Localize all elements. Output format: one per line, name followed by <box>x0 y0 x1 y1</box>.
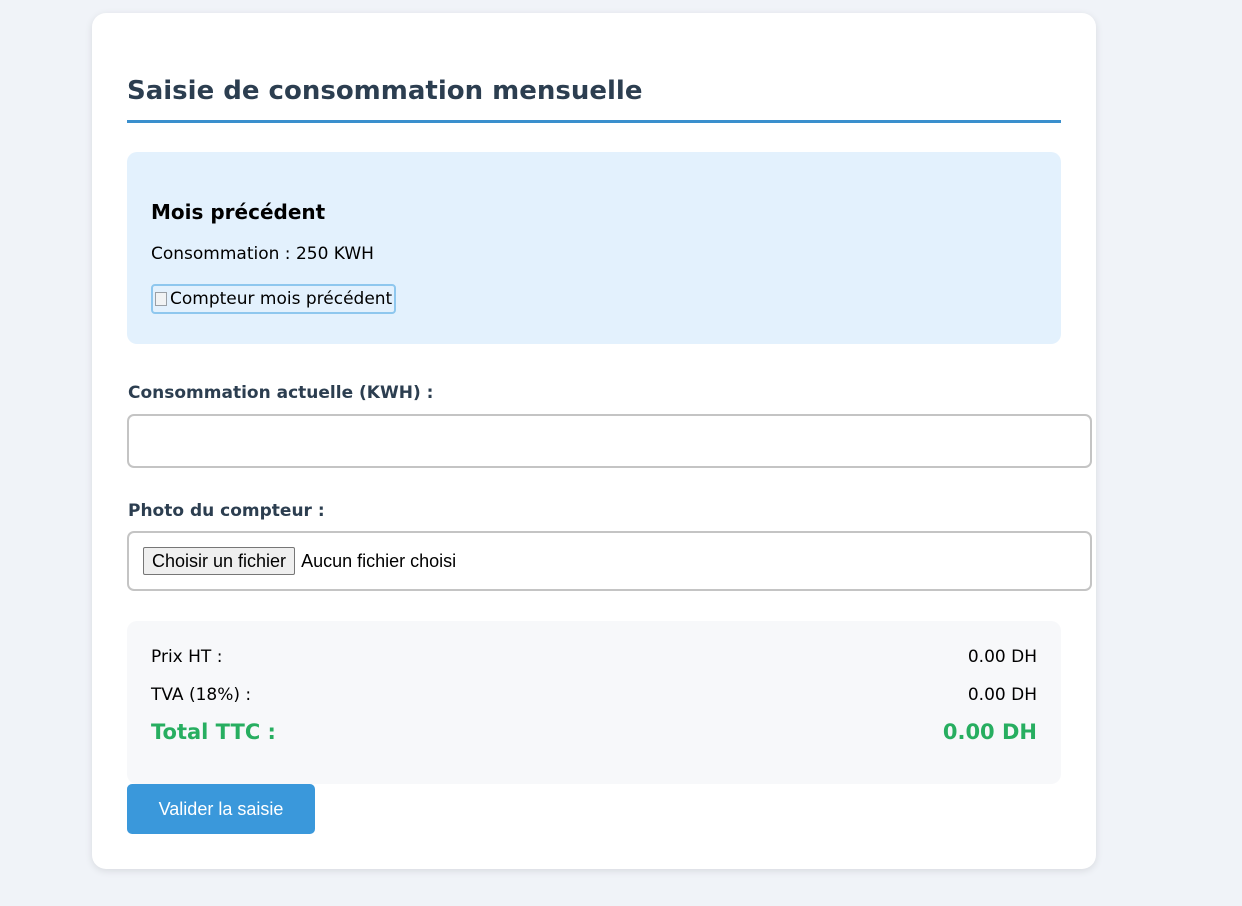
current-consumption-label: Consommation actuelle (KWH) : <box>128 383 434 403</box>
meter-photo-label: Photo du compteur : <box>128 501 325 521</box>
page-title: Saisie de consommation mensuelle <box>127 75 1061 123</box>
tva-row: TVA (18%) : 0.00 DH <box>151 685 1037 705</box>
price-summary: Prix HT : 0.00 DH TVA (18%) : 0.00 DH To… <box>127 621 1061 784</box>
validate-button[interactable]: Valider la saisie <box>127 784 315 834</box>
tva-value: 0.00 DH <box>967 685 1037 705</box>
previous-meter-photo-alt: Compteur mois précédent <box>170 289 393 309</box>
current-consumption-input[interactable] <box>127 414 1092 468</box>
price-ht-value: 0.00 DH <box>967 647 1037 667</box>
price-ht-row: Prix HT : 0.00 DH <box>151 647 1037 667</box>
meter-photo-file-input[interactable]: Choisir un fichier Aucun fichier choisi <box>127 531 1092 591</box>
total-ttc-value: 0.00 DH <box>942 720 1037 744</box>
total-ttc-label: Total TTC : <box>151 720 276 744</box>
previous-month-title: Mois précédent <box>151 200 326 224</box>
tva-label: TVA (18%) : <box>151 685 252 705</box>
consumption-form-card: Saisie de consommation mensuelle Mois pr… <box>92 13 1096 869</box>
broken-image-icon <box>154 291 168 307</box>
choose-file-button[interactable]: Choisir un fichier <box>143 547 296 575</box>
previous-meter-photo[interactable]: Compteur mois précédent <box>151 284 397 314</box>
file-status-text: Aucun fichier choisi <box>301 550 457 571</box>
price-ht-label: Prix HT : <box>151 647 223 667</box>
total-ttc-row: Total TTC : 0.00 DH <box>151 719 1037 745</box>
previous-month-panel: Mois précédent Consommation : 250 KWH Co… <box>127 152 1061 344</box>
previous-consumption: Consommation : 250 KWH <box>151 244 374 264</box>
